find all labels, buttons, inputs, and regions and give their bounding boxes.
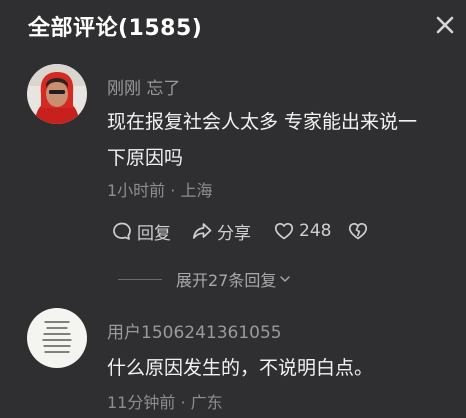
close-icon <box>432 12 458 38</box>
reply-label: 回复 <box>137 223 171 244</box>
comment-text: 现在报复社会人太多 专家能出来说一 下原因吗 <box>107 104 457 176</box>
comment-text: 什么原因发生的，不说明白点。 <box>107 350 457 386</box>
chevron-down-icon <box>279 273 291 285</box>
reply-bubble-icon <box>111 220 133 242</box>
share-button[interactable]: 分享 <box>187 218 251 244</box>
broken-heart-icon <box>347 220 369 242</box>
share-label: 分享 <box>217 223 251 244</box>
avatar[interactable] <box>27 308 87 368</box>
like-button[interactable]: 248 <box>269 218 331 244</box>
expand-divider <box>118 278 162 280</box>
heart-icon <box>273 220 295 242</box>
comment-username[interactable]: 用户1506241361055 <box>107 318 282 343</box>
comments-panel: 全部评论(1585) 刚刚 忘了 现在报复社会人太多 专家能出来说一 下原因吗 … <box>0 0 466 418</box>
comment-meta: 1小时前 · 上海 <box>107 181 213 200</box>
avatar[interactable] <box>27 64 87 124</box>
close-button[interactable] <box>432 12 458 38</box>
comment-meta: 11分钟前 · 广东 <box>107 393 223 412</box>
comment-text-line: 现在报复社会人太多 专家能出来说一 <box>107 111 418 133</box>
comment-actions: 回复 分享 248 <box>107 218 437 244</box>
expand-replies-label: 展开27条回复 <box>176 271 277 290</box>
dislike-button[interactable] <box>343 218 369 244</box>
expand-replies-button[interactable]: 展开27条回复 <box>118 266 448 292</box>
comment-text-line: 什么原因发生的，不说明白点。 <box>107 357 374 379</box>
comment-username[interactable]: 刚刚 忘了 <box>107 74 180 99</box>
comments-header-title: 全部评论(1585) <box>28 16 203 41</box>
comment-text-line: 下原因吗 <box>107 147 184 169</box>
like-count: 248 <box>299 221 332 241</box>
share-arrow-icon <box>191 220 213 242</box>
reply-button[interactable]: 回复 <box>107 218 171 244</box>
